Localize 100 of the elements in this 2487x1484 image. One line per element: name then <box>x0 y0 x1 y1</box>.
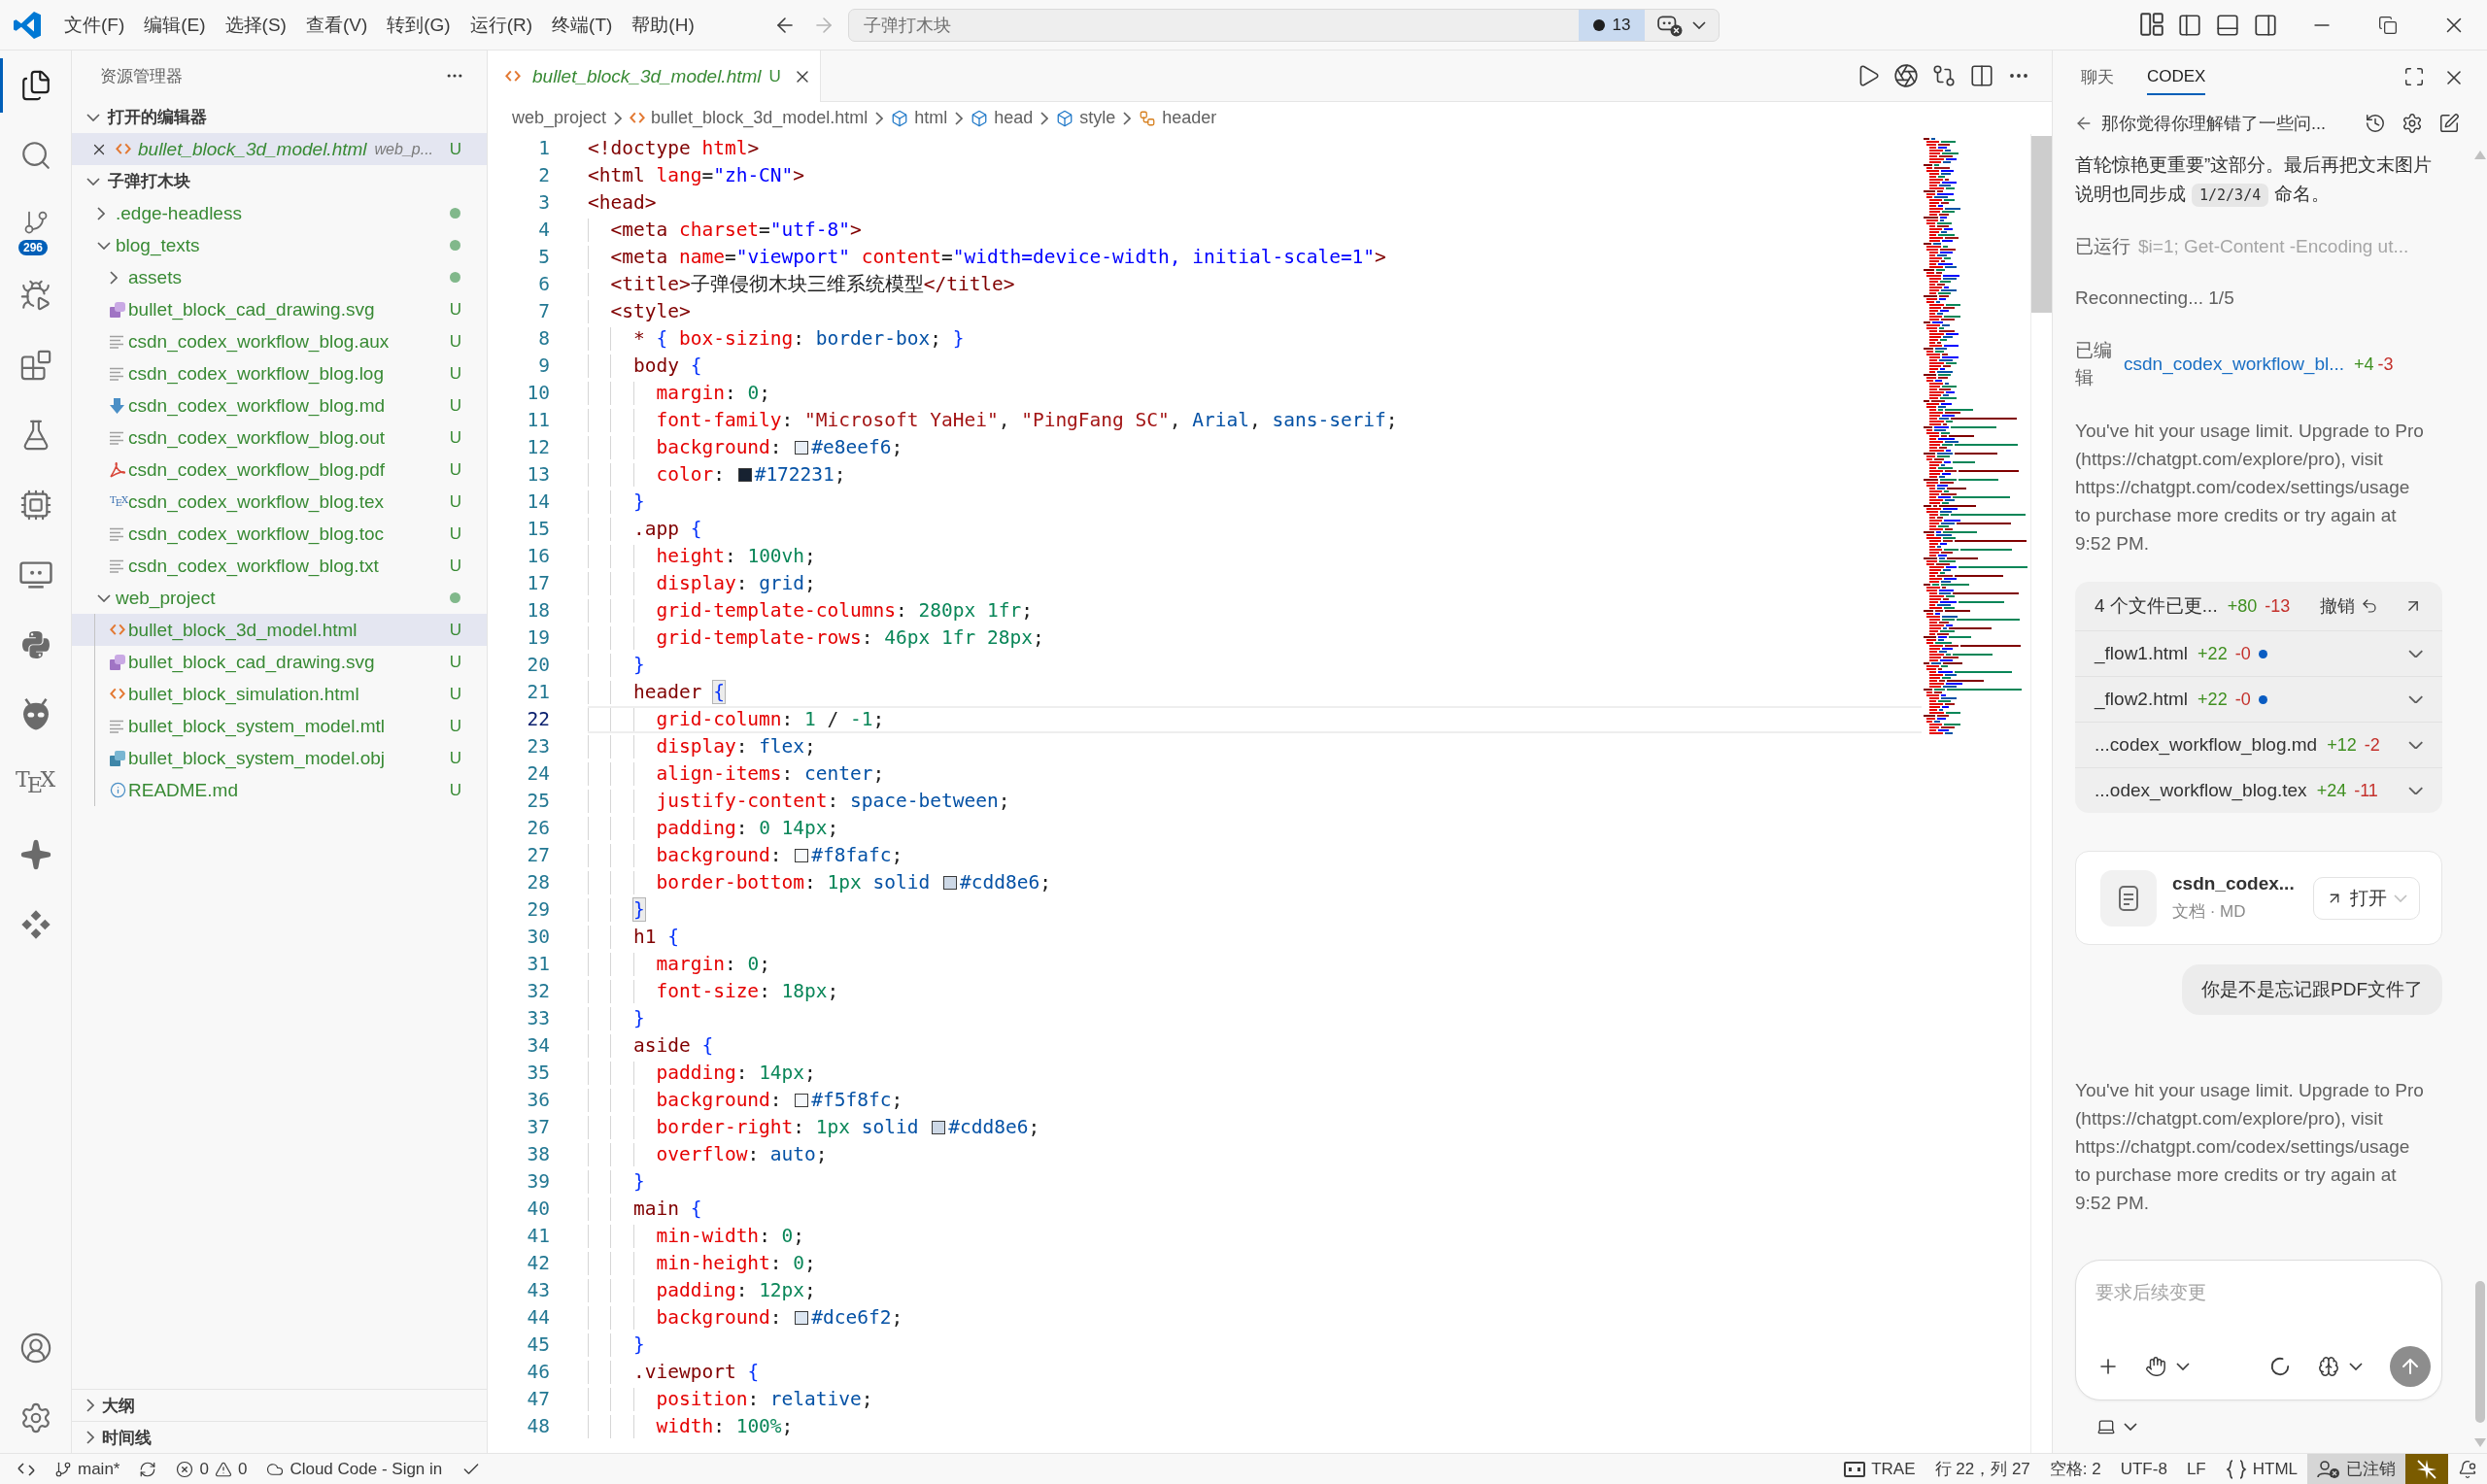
file-name[interactable]: ...odex_workflow_blog.tex <box>2095 780 2307 801</box>
tree-item[interactable]: csdn_codex_workflow_blog.aux U <box>72 325 487 357</box>
tree-item[interactable]: README.md U <box>72 774 487 806</box>
trae-item[interactable]: TRAE <box>1834 1454 1925 1484</box>
split-editor-icon[interactable] <box>1969 63 1994 88</box>
brain-icon[interactable] <box>2318 1355 2339 1377</box>
message-input[interactable]: 要求后续变更 <box>2076 1261 2441 1332</box>
breadcrumb-item[interactable]: bullet_block_3d_model.html <box>630 108 869 128</box>
chevron-down-icon[interactable] <box>86 177 100 186</box>
tree-item[interactable]: assets <box>72 261 487 293</box>
panel-bottom-icon[interactable] <box>2215 12 2240 38</box>
section-header[interactable]: 子弹打木块 <box>72 165 487 197</box>
compare-icon[interactable] <box>1931 63 1957 88</box>
sparkle-icon[interactable] <box>18 838 52 871</box>
blocks-icon[interactable] <box>18 349 52 382</box>
breadcrumb-item[interactable]: head <box>971 108 1034 128</box>
chevron-down-icon[interactable] <box>97 593 111 602</box>
bell-icon[interactable] <box>2458 1459 2477 1479</box>
file-name[interactable]: ...codex_workflow_blog.md <box>2095 734 2318 756</box>
tree-item[interactable]: csdn_codex_workflow_blog.pdf U <box>72 454 487 486</box>
breadcrumb-item[interactable]: web_project <box>512 108 607 128</box>
chevron-down-icon[interactable] <box>2407 694 2423 704</box>
chevron-down-icon[interactable] <box>2176 1362 2190 1370</box>
panel-tab[interactable]: CODEX <box>2147 60 2206 95</box>
bug-play-icon[interactable] <box>18 279 52 312</box>
menu-item[interactable]: 查看(V) <box>295 6 378 44</box>
breadcrumb-item[interactable]: html <box>891 108 948 128</box>
open-button[interactable]: 打开 <box>2313 876 2420 920</box>
tree-item[interactable]: csdn_codex_workflow_blog.md U <box>72 389 487 422</box>
tree-item[interactable]: blog_texts <box>72 229 487 261</box>
menu-item[interactable]: 编辑(E) <box>134 6 216 44</box>
menu-item[interactable]: 帮助(H) <box>622 6 704 44</box>
tree-item[interactable]: csdn_codex_workflow_blog.out U <box>72 422 487 454</box>
rectangle-icon[interactable] <box>1844 1461 1866 1477</box>
menu-item[interactable]: 转到(G) <box>377 6 460 44</box>
tree-item[interactable]: csdn_codex_workflow_blog.log U <box>72 357 487 389</box>
account-item[interactable]: 已注销 <box>2307 1454 2405 1484</box>
chevron-right-icon[interactable] <box>97 206 105 220</box>
tree-item[interactable]: bullet_block_system_model.mtl U <box>72 710 487 742</box>
status-item[interactable]: 空格: 2 <box>2039 1454 2111 1484</box>
chevron-right-icon[interactable] <box>86 1431 94 1444</box>
file-name[interactable]: _flow2.html <box>2095 689 2189 710</box>
send-button[interactable] <box>2390 1345 2431 1387</box>
tree-item[interactable]: csdn_codex_workflow_blog.txt U <box>72 550 487 582</box>
editor-tab[interactable]: bullet_block_3d_model.html U <box>488 51 821 102</box>
chevron-right-icon[interactable] <box>110 270 118 285</box>
problems-item[interactable]: 0 0 <box>166 1454 257 1484</box>
tree-item[interactable]: bullet_block_simulation.html U <box>72 678 487 710</box>
hand-icon[interactable] <box>2145 1355 2166 1377</box>
status-item[interactable]: 行 22，列 27 <box>1925 1454 2040 1484</box>
open-editor-item[interactable]: bullet_block_3d_model.html web_p... U <box>72 133 487 165</box>
chevron-down-icon[interactable] <box>86 113 100 121</box>
menu-item[interactable]: 选择(S) <box>215 6 296 44</box>
settings-icon[interactable] <box>2402 113 2423 134</box>
section-header[interactable]: 打开的编辑器 <box>72 101 487 133</box>
account-icon[interactable] <box>18 1332 52 1365</box>
highlighted-status-item[interactable] <box>2405 1454 2448 1484</box>
remote-icon[interactable] <box>17 1460 35 1478</box>
tree-item[interactable]: .edge-headless <box>72 197 487 229</box>
menu-item[interactable]: 终端(T) <box>542 6 623 44</box>
tree-item[interactable]: bullet_block_3d_model.html U <box>72 614 487 646</box>
chevron-down-icon[interactable] <box>2407 740 2423 750</box>
braces-icon[interactable] <box>2225 1459 2247 1479</box>
branch-item[interactable]: main* <box>45 1454 130 1484</box>
tree-item[interactable]: csdn_codex_workflow_blog.toc U <box>72 518 487 550</box>
sync-icon[interactable] <box>139 1460 157 1478</box>
diamonds-icon[interactable] <box>19 909 51 940</box>
file-name[interactable]: _flow1.html <box>2095 643 2189 664</box>
status-item[interactable]: UTF-8 <box>2110 1454 2177 1484</box>
cloud-item[interactable]: Cloud Code - Sign in <box>256 1454 453 1484</box>
tree-item[interactable]: bullet_block_system_model.obj U <box>72 742 487 774</box>
maximize-icon[interactable] <box>2403 65 2425 87</box>
breadcrumb-item[interactable]: header <box>1139 108 1217 128</box>
undo-button[interactable]: 撤销 <box>2320 594 2378 618</box>
breadcrumb-item[interactable]: style <box>1056 108 1116 128</box>
chevron-down-icon[interactable] <box>2124 1423 2137 1431</box>
robot-face-icon[interactable] <box>1657 13 1683 37</box>
sparkle-off-icon[interactable] <box>2415 1457 2438 1481</box>
scrollbar-thumb[interactable] <box>2031 136 2052 313</box>
history-icon[interactable] <box>2365 113 2386 134</box>
chevron-down-icon[interactable] <box>2349 1362 2363 1370</box>
aperture-icon[interactable] <box>1893 63 1919 88</box>
count-button[interactable]: 13 <box>1579 9 1645 41</box>
scrollbar-thumb[interactable] <box>2474 1281 2485 1423</box>
tree-item[interactable]: bullet_block_cad_drawing.svg U <box>72 293 487 325</box>
panel-right-icon[interactable] <box>2253 12 2278 38</box>
chip-icon[interactable] <box>18 489 52 522</box>
monitor-icon[interactable] <box>18 560 52 590</box>
chevron-down-icon[interactable] <box>97 241 111 250</box>
restore-icon[interactable] <box>2378 15 2398 35</box>
layout-icon[interactable] <box>2140 12 2163 36</box>
tree-item[interactable]: bullet_block_cad_drawing.svg U <box>72 646 487 678</box>
chevron-down-icon[interactable] <box>2407 649 2423 658</box>
menu-item[interactable]: 运行(R) <box>460 6 543 44</box>
panel-tab[interactable]: 聊天 <box>2081 60 2114 95</box>
section-header[interactable]: 大纲 <box>72 1389 487 1421</box>
chevron-down-icon[interactable] <box>2407 786 2423 795</box>
python-icon[interactable] <box>19 629 51 660</box>
status-item[interactable]: LF <box>2176 1454 2216 1484</box>
file-link[interactable]: csdn_codex_workflow_bl... <box>2124 350 2345 379</box>
